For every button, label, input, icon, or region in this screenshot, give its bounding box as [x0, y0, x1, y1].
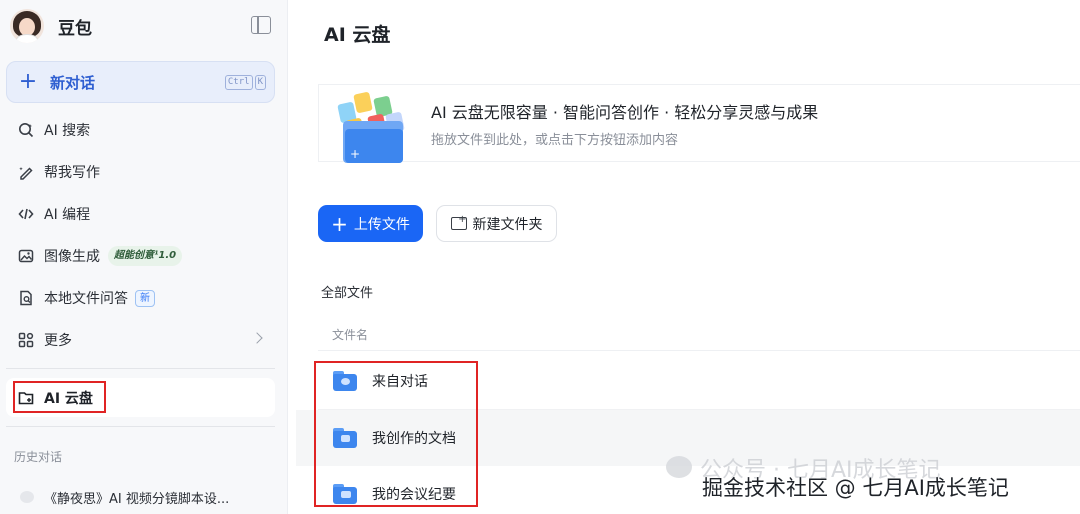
avatar: [10, 9, 44, 43]
chat-bubble-icon: [20, 491, 34, 503]
brand[interactable]: 豆包: [10, 8, 92, 44]
sidebar-item-label: 更多: [44, 333, 72, 349]
new-badge: 新: [135, 289, 155, 307]
main-content: AI 云盘 AI 云盘无限容量 · 智能问答创作 · 轻松分享灵感与成果 拖放文…: [288, 0, 1080, 514]
credit-text: 掘金技术社区 @ 七月AI成长笔记: [702, 476, 1009, 500]
column-header-filename[interactable]: 文件名: [332, 326, 368, 343]
plus-icon: +: [18, 69, 38, 94]
grid-icon: [16, 330, 36, 350]
new-chat-label: 新对话: [50, 73, 96, 92]
page-title: AI 云盘: [324, 24, 391, 46]
pen-icon: [16, 162, 36, 182]
upload-drop-zone[interactable]: AI 云盘无限容量 · 智能问答创作 · 轻松分享灵感与成果 拖放文件到此处，或…: [318, 84, 1080, 163]
upload-subtext: 拖放文件到此处，或点击下方按钮添加内容: [431, 133, 679, 148]
creative-badge: 超能创意¹1.0: [108, 246, 183, 266]
search-spark-icon: [16, 120, 36, 140]
history-item-label: 《静夜思》AI 视频分镜脚本设...: [44, 491, 230, 507]
sidebar-item-coding[interactable]: AI 编程: [6, 195, 275, 233]
brand-name: 豆包: [58, 18, 92, 39]
breadcrumb[interactable]: 全部文件: [321, 282, 373, 301]
upload-illustration-icon: [333, 91, 409, 163]
sidebar-item-local-file-qa[interactable]: 本地文件问答 新: [6, 279, 275, 317]
chevron-right-icon: [251, 332, 263, 344]
file-search-icon: [16, 288, 36, 308]
divider: [318, 350, 1080, 351]
history-title: 历史对话: [14, 450, 63, 464]
image-icon: [16, 246, 36, 266]
divider: [6, 426, 275, 427]
new-folder-label: 新建文件夹: [472, 216, 543, 233]
new-chat-button[interactable]: + 新对话 Ctrl K: [6, 61, 275, 103]
history-item[interactable]: 《静夜思》AI 视频分镜脚本设...: [6, 482, 275, 512]
folder-add-icon: [450, 214, 467, 230]
sidebar: 豆包 + 新对话 Ctrl K AI 搜索 帮我写作 AI 编程 图像生成 超能…: [0, 0, 288, 514]
shortcut-hint: Ctrl K: [224, 75, 266, 90]
sidebar-item-more[interactable]: 更多: [6, 321, 275, 359]
highlight-box: [13, 381, 106, 413]
sidebar-item-writing[interactable]: 帮我写作: [6, 153, 275, 191]
upload-file-button[interactable]: + 上传文件: [318, 205, 423, 242]
sidebar-toggle-icon[interactable]: [251, 16, 271, 34]
wechat-icon: [666, 456, 692, 478]
sidebar-item-label: AI 编程: [44, 207, 91, 223]
plus-icon: +: [331, 211, 348, 236]
shortcut-key-ctrl: Ctrl: [224, 75, 253, 90]
sidebar-item-label: 本地文件问答: [44, 291, 128, 307]
sidebar-item-image-gen[interactable]: 图像生成 超能创意¹1.0: [6, 237, 275, 275]
sidebar-item-label: 图像生成: [44, 249, 100, 265]
sidebar-item-label: AI 搜索: [44, 123, 91, 139]
highlight-box: [314, 361, 478, 507]
upload-headline: AI 云盘无限容量 · 智能问答创作 · 轻松分享灵感与成果: [431, 103, 819, 122]
sidebar-item-label: 帮我写作: [44, 165, 100, 181]
new-folder-button[interactable]: 新建文件夹: [436, 205, 557, 242]
shortcut-key-k: K: [254, 75, 266, 90]
code-icon: [16, 204, 36, 224]
divider: [6, 368, 275, 369]
sidebar-item-ai-search[interactable]: AI 搜索: [6, 111, 275, 149]
upload-file-label: 上传文件: [353, 216, 410, 233]
